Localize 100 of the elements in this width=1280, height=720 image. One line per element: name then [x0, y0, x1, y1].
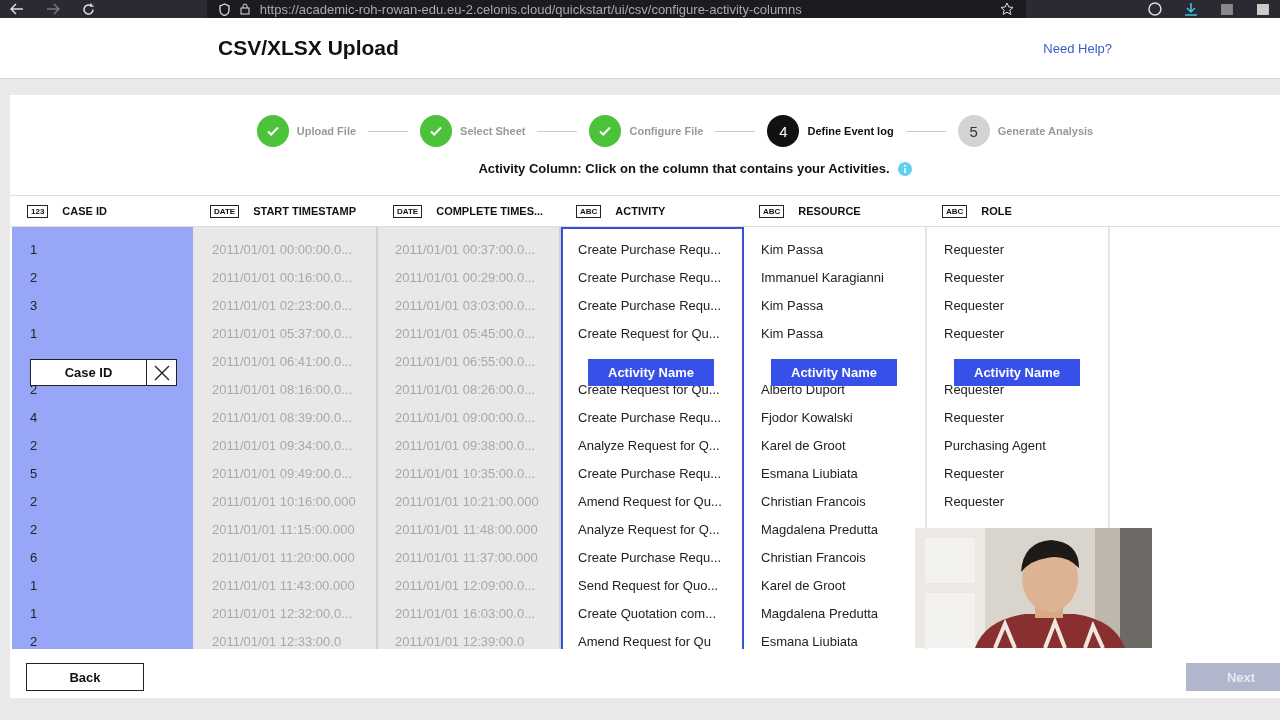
column-header[interactable]: START TIMESTAMP [253, 205, 357, 217]
reload-icon[interactable] [81, 2, 95, 16]
table-cell: 2011/01/01 10:21:00.000 [395, 493, 539, 509]
data-type-badge: ABC [576, 204, 602, 218]
help-link[interactable]: Need Help? [1043, 40, 1112, 56]
table-cell: Fjodor Kowalski [761, 409, 853, 425]
table-cell: 2011/01/01 12:32:00.0... [212, 605, 352, 621]
table-cell: Requester [944, 241, 1004, 257]
column-header[interactable]: RESOURCE [798, 205, 861, 217]
column-header[interactable]: COMPLETE TIMES... [436, 205, 544, 217]
table-cell: 2011/01/01 06:41:00.0... [212, 353, 352, 369]
table-cell: 2011/01/01 11:15:00.000 [212, 521, 355, 537]
table-cell: 2011/01/01 08:39:00.0... [212, 409, 352, 425]
step-indicator: 5 [957, 115, 990, 147]
table-cell: Christian Francois [761, 493, 866, 509]
table-cell: Amend Request for Qu... [578, 493, 722, 509]
table-cell: Requester [944, 465, 1004, 481]
data-type-badge: DATE [393, 204, 423, 218]
tag-label: Case ID [63, 364, 114, 382]
step-label: Define Event log [807, 125, 894, 137]
data-type-badge: ABC [759, 204, 785, 218]
table-cell: 1 [30, 241, 38, 257]
table-cell: 1 [30, 577, 38, 593]
table-cell: Kim Passa [761, 241, 824, 257]
table-cell: Create Purchase Requ... [578, 465, 722, 481]
table-cell: 3 [30, 297, 38, 313]
table-cell: 2 [30, 437, 38, 453]
table-cell: Requester [944, 409, 1004, 425]
table-cell: 2011/01/01 00:00:00.0... [212, 241, 352, 257]
column-header[interactable]: CASE ID [62, 205, 107, 217]
data-type-badge: ABC [942, 204, 968, 218]
table-cell: Requester [944, 325, 1004, 341]
step-label: Generate Analysis [997, 125, 1094, 137]
table-cell: 2011/01/01 06:55:00.0... [395, 353, 535, 369]
table-cell: Kim Passa [761, 325, 824, 341]
column-header[interactable]: ROLE [981, 205, 1012, 217]
table-cell: 2011/01/01 00:29:00.0... [395, 269, 535, 285]
table-cell: 2011/01/01 08:16:00.0... [212, 381, 352, 397]
table-cell: Analyze Request for Q... [578, 521, 720, 537]
table-cell: Karel de Groot [761, 437, 846, 453]
step-label: Configure File [629, 125, 704, 137]
table-cell: Create Purchase Requ... [578, 241, 722, 257]
table-cell: 2 [30, 633, 38, 649]
data-type-badge: DATE [210, 204, 240, 218]
table-cell: 2011/01/01 09:00:00.0... [395, 409, 535, 425]
table-cell: 2011/01/01 12:39:00.0 [395, 633, 525, 649]
table-cell: 2 [30, 269, 38, 285]
table-cell: 4 [30, 409, 38, 425]
step-label: Select Sheet [460, 125, 526, 137]
table-cell: Requester [944, 493, 1004, 509]
back-icon[interactable] [10, 3, 24, 15]
page-title: CSV/XLSX Upload [218, 36, 399, 60]
table-cell: 6 [30, 549, 38, 565]
instruction-text: Activity Column: Click on the column that contains your Activities. [478, 161, 890, 176]
table-cell: Magdalena Predutta [761, 521, 879, 537]
table-cell: 2011/01/01 16:03:00.0... [395, 605, 535, 621]
table-cell: 5 [30, 465, 38, 481]
column-header[interactable]: ACTIVITY [615, 205, 666, 217]
table-cell: 2011/01/01 00:16:00.0... [212, 269, 352, 285]
data-type-badge: 123 [27, 204, 49, 218]
table-cell: 2011/01/01 05:37:00.0... [212, 325, 352, 341]
table-cell: 1 [30, 605, 38, 621]
assign-column-button[interactable]: Activity Name [771, 359, 897, 386]
table-cell: 2011/01/01 11:48:00.000 [395, 521, 538, 537]
table-cell: 2011/01/01 09:38:00.0... [395, 437, 535, 453]
table-cell: 2011/01/01 10:16:00.000 [212, 493, 356, 509]
table-cell: 2011/01/01 05:45:00.0... [395, 325, 535, 341]
table-cell: Requester [944, 269, 1004, 285]
table-cell: 2011/01/01 12:33:00.0 [212, 633, 342, 649]
table-cell: 2011/01/01 08:26:00.0... [395, 381, 535, 397]
table-cell: Esmana Liubiata [761, 633, 858, 649]
table-cell: 2011/01/01 11:43:00.000 [212, 577, 355, 593]
table-cell: 2011/01/01 10:35:00.0... [395, 465, 535, 481]
back-button[interactable]: Back [26, 663, 144, 691]
assign-column-button[interactable]: Activity Name [588, 359, 714, 386]
table-cell: Create Purchase Requ... [578, 549, 722, 565]
table-cell: 1 [30, 325, 38, 341]
table-cell: 2011/01/01 00:37:00.0... [395, 241, 535, 257]
step-label: Upload File [296, 125, 357, 137]
table-cell: 2 [30, 521, 38, 537]
download-icon[interactable] [1184, 2, 1199, 16]
check-icon [265, 124, 280, 138]
table-cell: Purchasing Agent [944, 437, 1046, 453]
table-cell: Send Request for Quo... [578, 577, 719, 593]
assign-column-button[interactable]: Activity Name [954, 359, 1080, 386]
table-cell: Immanuel Karagianni [761, 269, 884, 285]
table-cell: 2011/01/01 11:20:00.000 [212, 549, 355, 565]
table-column[interactable] [561, 227, 744, 649]
table-cell: Amend Request for Qu [578, 633, 711, 649]
step-indicator: 4 [767, 115, 800, 147]
forward-icon[interactable] [45, 3, 60, 15]
table-cell: Analyze Request for Q... [578, 437, 720, 453]
table-cell: 2011/01/01 09:49:00.0... [212, 465, 352, 481]
table-cell: Magdalena Predutta [761, 605, 879, 621]
table-cell: 2011/01/01 02:23:00.0... [212, 297, 352, 313]
table-cell: Requester [944, 297, 1004, 313]
table-cell: Esmana Liubiata [761, 465, 858, 481]
table-cell: 2011/01/01 11:37:00.000 [395, 549, 538, 565]
star-icon[interactable] [1000, 2, 1015, 16]
table-cell: Create Quotation com... [578, 605, 716, 621]
